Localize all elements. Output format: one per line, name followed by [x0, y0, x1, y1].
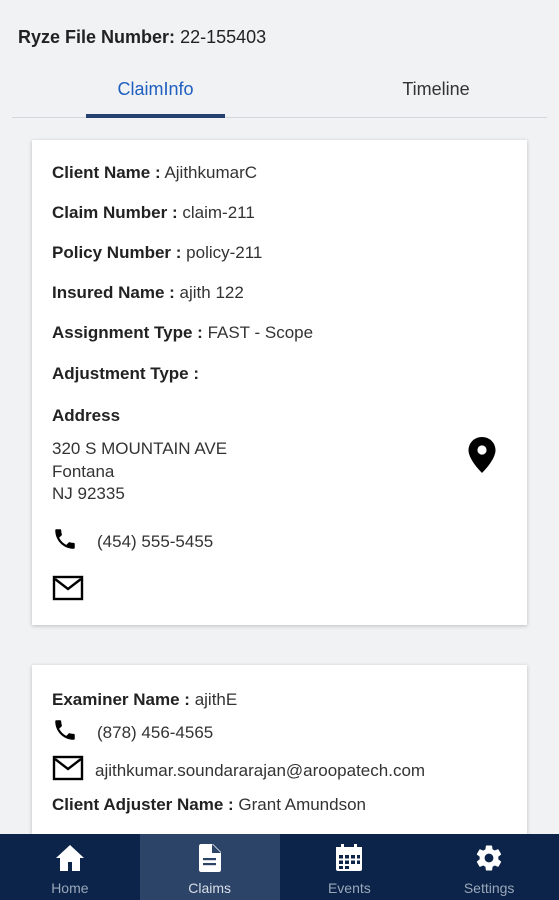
- examiner-email-row[interactable]: ajithkumar.soundararajan@aroopatech.com: [52, 755, 425, 786]
- document-icon: [198, 842, 222, 874]
- examiner-name-row: Examiner Name : ajithE: [52, 690, 237, 710]
- client-name-value: AjithkumarC: [164, 163, 258, 182]
- address-heading: Address: [52, 406, 120, 426]
- claim-number-label: Claim Number :: [52, 203, 178, 222]
- address-line-3: NJ 92335: [52, 484, 125, 503]
- active-tab-indicator: [86, 114, 225, 118]
- phone-icon: [52, 526, 78, 557]
- policy-number-value: policy-211: [186, 243, 263, 262]
- adjustment-type-row: Adjustment Type :: [52, 364, 199, 384]
- claim-info-card: Client Name : AjithkumarC Claim Number :…: [32, 140, 527, 625]
- nav-settings[interactable]: Settings: [419, 834, 559, 900]
- mail-icon: [52, 755, 84, 786]
- examiner-email: ajithkumar.soundararajan@aroopatech.com: [95, 760, 426, 780]
- policy-number-row: Policy Number : policy-211: [52, 243, 262, 263]
- nav-claims[interactable]: Claims: [139, 834, 280, 900]
- client-adjuster-label: Client Adjuster Name :: [52, 795, 234, 814]
- file-number-label: Ryze File Number:: [18, 27, 176, 47]
- phone-icon: [52, 717, 78, 748]
- tab-bar: ClaimInfo Timeline: [12, 62, 547, 118]
- address-line-1: 320 S MOUNTAIN AVE: [52, 439, 228, 458]
- gear-icon: [474, 842, 504, 874]
- examiner-name-label: Examiner Name :: [52, 690, 190, 709]
- client-phone-row[interactable]: (454) 555-5455: [52, 526, 213, 557]
- assignment-type-value: FAST - Scope: [207, 323, 314, 342]
- tab-claiminfo-label: ClaimInfo: [117, 78, 194, 99]
- insured-name-label: Insured Name :: [52, 283, 175, 302]
- examiner-name-value: ajithE: [194, 690, 238, 709]
- examiner-card: Examiner Name : ajithE (878) 456-4565 aj…: [32, 665, 527, 835]
- tab-timeline-label: Timeline: [402, 78, 470, 99]
- nav-events-label: Events: [327, 880, 371, 896]
- mail-icon: [52, 575, 84, 606]
- client-name-row: Client Name : AjithkumarC: [52, 163, 257, 183]
- policy-number-label: Policy Number :: [52, 243, 182, 262]
- client-adjuster-value: Grant Amundson: [238, 795, 366, 814]
- nav-events[interactable]: Events: [280, 834, 420, 900]
- adjustment-type-label: Adjustment Type :: [52, 364, 200, 383]
- insured-name-value: ajith 122: [179, 283, 244, 302]
- header: Ryze File Number: 22-155403 ClaimInfo Ti…: [0, 0, 559, 120]
- assignment-type-label: Assignment Type :: [52, 323, 203, 342]
- assignment-type-row: Assignment Type : FAST - Scope: [52, 323, 313, 343]
- tab-claiminfo[interactable]: ClaimInfo: [86, 62, 225, 118]
- bottom-navigation: Home Claims Events Settings: [0, 834, 559, 900]
- claim-number-value: claim-211: [182, 203, 255, 222]
- examiner-phone-row[interactable]: (878) 456-4565: [52, 717, 213, 748]
- client-name-label: Client Name :: [52, 163, 161, 182]
- tab-timeline[interactable]: Timeline: [372, 62, 500, 116]
- claim-number-row: Claim Number : claim-211: [52, 203, 255, 223]
- client-adjuster-row: Client Adjuster Name : Grant Amundson: [52, 795, 366, 815]
- nav-settings-label: Settings: [463, 880, 515, 896]
- map-pin-icon[interactable]: [466, 436, 498, 474]
- address-label: Address: [52, 406, 121, 425]
- client-email-row[interactable]: [52, 575, 84, 606]
- home-icon: [54, 842, 86, 874]
- address-line-2: Fontana: [52, 462, 115, 481]
- calendar-icon: [334, 842, 364, 874]
- client-phone-number: (454) 555-5455: [97, 531, 214, 551]
- insured-name-row: Insured Name : ajith 122: [52, 283, 244, 303]
- examiner-phone-number: (878) 456-4565: [97, 722, 214, 742]
- file-number-value: 22-155403: [180, 27, 267, 47]
- nav-home[interactable]: Home: [0, 834, 140, 900]
- nav-home-label: Home: [51, 880, 89, 896]
- nav-claims-label: Claims: [188, 880, 232, 896]
- file-number: Ryze File Number: 22-155403: [18, 27, 266, 48]
